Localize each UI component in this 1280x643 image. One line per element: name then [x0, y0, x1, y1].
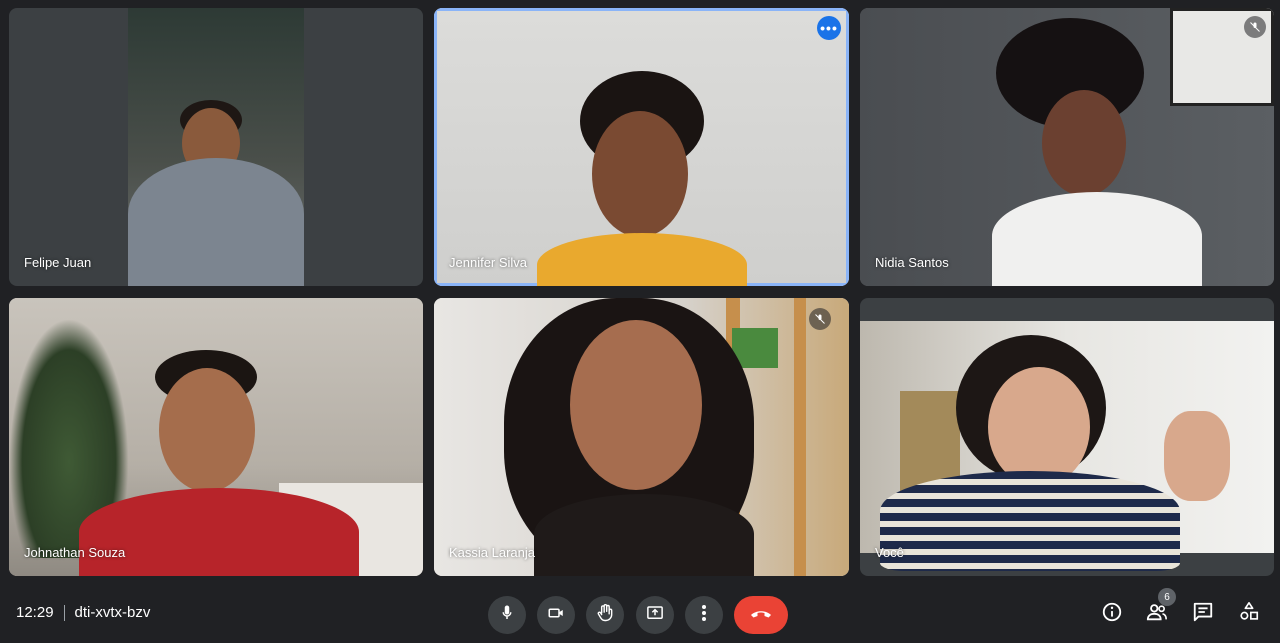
- meeting-time: 12:29: [16, 604, 54, 621]
- participant-video: [860, 8, 1274, 286]
- chat-icon: [1192, 601, 1214, 628]
- raise-hand-button[interactable]: [586, 596, 624, 634]
- more-options-icon: [701, 604, 707, 627]
- mic-off-icon: [1244, 16, 1266, 38]
- camera-button[interactable]: [537, 596, 575, 634]
- activities-button[interactable]: [1236, 601, 1262, 627]
- camera-icon: [546, 604, 566, 627]
- meeting-code[interactable]: dti-xvtx-bzv: [75, 604, 151, 621]
- meeting-info: 12:29 dti-xvtx-bzv: [16, 604, 150, 621]
- divider: [63, 604, 65, 621]
- mic-off-icon: [809, 308, 831, 330]
- participant-video: [860, 321, 1274, 571]
- participant-name: Johnathan Souza: [24, 545, 126, 560]
- participant-video: [434, 298, 849, 576]
- participant-video: [128, 8, 304, 286]
- participant-tile-johnathan-souza[interactable]: Johnathan Souza: [9, 298, 423, 576]
- raise-hand-icon: [595, 603, 615, 628]
- participant-name: Kassia Laranja: [449, 545, 535, 560]
- meeting-details-button[interactable]: [1099, 601, 1125, 627]
- people-count-badge: 6: [1158, 588, 1176, 606]
- participant-name: Jennifer Silva: [449, 255, 528, 270]
- present-screen-icon: [645, 604, 665, 627]
- microphone-button[interactable]: [488, 596, 526, 634]
- participant-tile-jennifer-silva[interactable]: ••• Jennifer Silva: [434, 8, 849, 286]
- participant-name: Felipe Juan: [24, 255, 92, 270]
- participant-tile-self[interactable]: Você: [860, 298, 1274, 576]
- participant-tile-kassia-laranja[interactable]: Kassia Laranja: [434, 298, 849, 576]
- participant-video: [437, 11, 846, 286]
- end-call-button[interactable]: [734, 596, 788, 634]
- more-options-button[interactable]: [685, 596, 723, 634]
- microphone-icon: [498, 604, 516, 627]
- activities-icon: [1238, 601, 1260, 628]
- end-call-icon: [749, 606, 773, 625]
- participant-tile-felipe-juan[interactable]: Felipe Juan: [9, 8, 423, 286]
- participant-video: [9, 298, 423, 576]
- participant-tile-nidia-santos[interactable]: Nidia Santos: [860, 8, 1274, 286]
- info-icon: [1101, 601, 1123, 628]
- participant-name: Nidia Santos: [875, 255, 949, 270]
- more-options-participant-button[interactable]: •••: [817, 16, 841, 40]
- chat-button[interactable]: [1190, 601, 1216, 627]
- present-screen-button[interactable]: [636, 596, 674, 634]
- participant-name: Você: [875, 545, 904, 560]
